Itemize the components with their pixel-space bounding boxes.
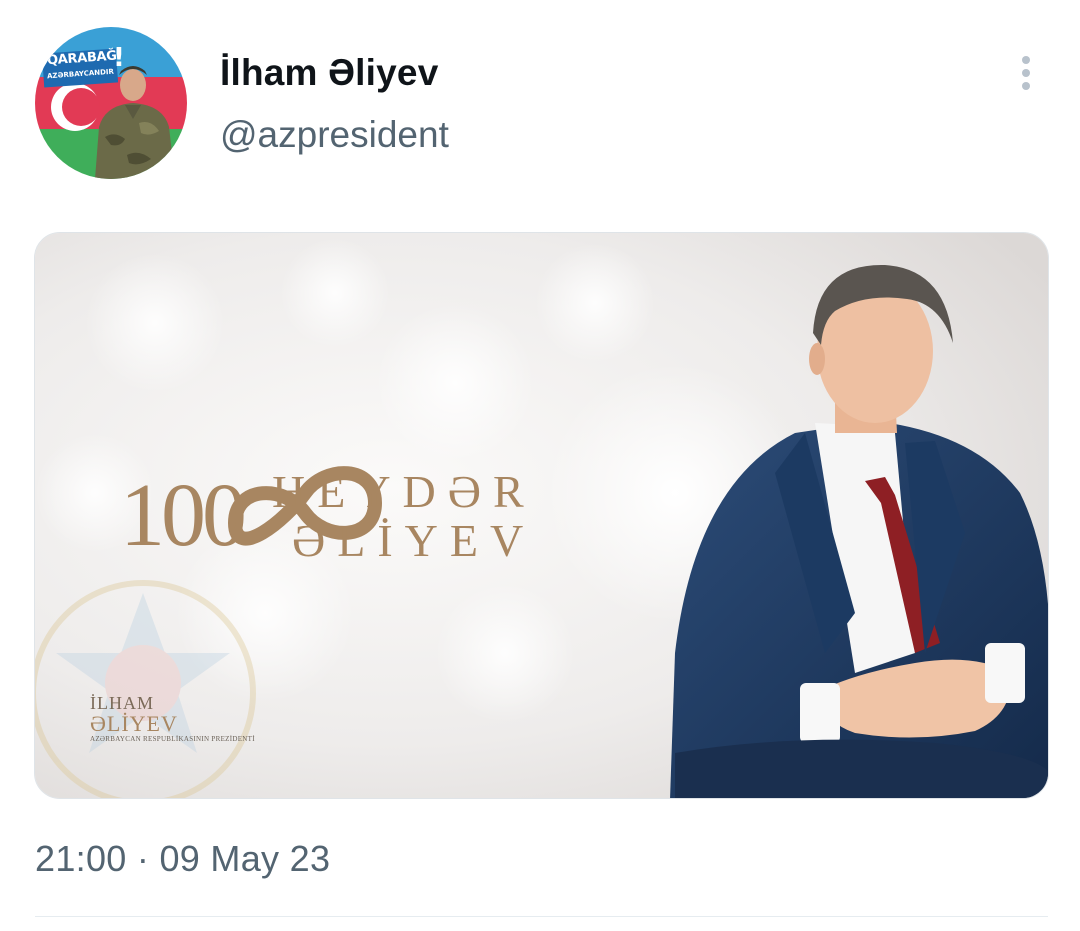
anniversary-number: 100 (120, 466, 247, 565)
more-options-button[interactable] (1008, 52, 1044, 94)
more-vertical-icon (1008, 52, 1044, 94)
tweet-timestamp[interactable]: 21:00 · 09 May 23 (35, 838, 330, 880)
tweet-media-image[interactable]: 100 HEYDƏR ƏLİYEV İLHAM ƏLİYEV AZƏRBAYCA… (34, 232, 1049, 799)
divider (35, 916, 1048, 917)
signature-title: AZƏRBAYCAN RESPUBLİKASININ PREZİDENTİ (90, 735, 255, 743)
media-name-line2: ƏLİYEV (292, 515, 536, 566)
signature-last-name: ƏLİYEV (90, 711, 178, 736)
profile-avatar[interactable]: QARABAĞ ! AZƏRBAYCANDIR (35, 27, 187, 179)
media-name-line1: HEYDƏR (272, 466, 536, 517)
avatar-badge-mark: ! (113, 43, 125, 73)
display-name[interactable]: İlham Əliyev (220, 52, 438, 94)
user-handle[interactable]: @azpresident (220, 114, 449, 156)
